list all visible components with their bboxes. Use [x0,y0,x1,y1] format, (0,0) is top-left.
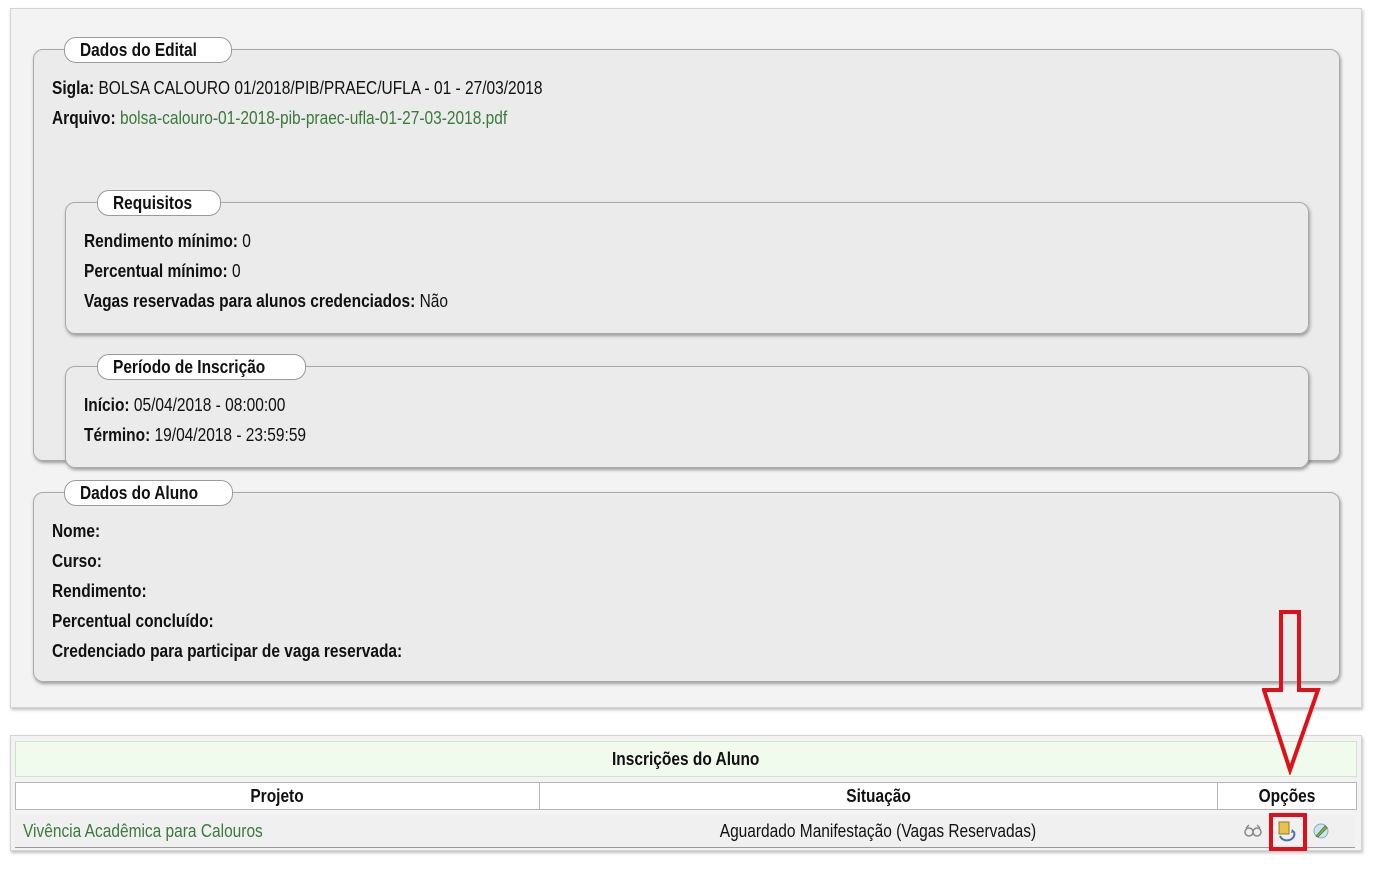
requisitos-fieldset: Requisitos Rendimento mínimo: 0 Percentu… [65,190,1309,334]
edital-panel: Dados do Edital Sigla: BOLSA CALOURO 01/… [10,8,1362,708]
dados-edital-fieldset: Dados do Edital Sigla: BOLSA CALOURO 01/… [33,37,1340,468]
header-projeto: Projeto [15,782,540,810]
inscricoes-title: Inscrições do Aluno [15,741,1357,777]
vagas-reservadas-line: Vagas reservadas para alunos credenciado… [84,291,448,311]
header-opcoes: Opções [1217,782,1357,810]
sigla-value: BOLSA CALOURO 01/2018/PIB/PRAEC/UFLA - 0… [98,78,543,98]
situacao-cell: Aguardado Manifestação (Vagas Reservadas… [719,821,1036,841]
dados-aluno-fieldset: Dados do Aluno Nome: Curso: Rendimento: … [33,480,1340,682]
arquivo-line: Arquivo: bolsa-calouro-01-2018-pib-praec… [52,108,508,128]
header-situacao: Situação [539,782,1218,810]
requisitos-legend: Requisitos [97,190,222,216]
nome-line: Nome: [52,521,101,541]
periodo-inscricao-fieldset: Período de Inscrição Início: 05/04/2018 … [65,354,1309,468]
periodo-legend: Período de Inscrição [97,354,307,380]
percentual-minimo-line: Percentual mínimo: 0 [84,261,241,281]
projeto-link[interactable]: Vivência Acadêmica para Calouros [23,821,302,841]
arrow-down-icon [1262,610,1321,775]
projeto-cell: Vivência Acadêmica para Calouros [23,815,302,847]
rendimento-minimo-line: Rendimento mínimo: 0 [84,231,251,251]
table-row: Vivência Acadêmica para Calouros Aguarda… [15,815,1355,848]
highlight-box [1269,813,1307,851]
curso-line: Curso: [52,551,102,571]
arquivo-link[interactable]: bolsa-calouro-01-2018-pib-praec-ufla-01-… [120,108,507,128]
sigla-line: Sigla: BOLSA CALOURO 01/2018/PIB/PRAEC/U… [52,78,543,98]
view-icon[interactable] [1241,815,1265,847]
termino-line: Término: 19/04/2018 - 23:59:59 [84,425,307,445]
page: { "edital": { "legend": "Dados do Edital… [0,0,1373,880]
inicio-line: Início: 05/04/2018 - 08:00:00 [84,395,286,415]
inscricoes-table: Inscrições do Aluno Projeto Situação Opç… [10,735,1362,851]
dados-aluno-legend: Dados do Aluno [64,480,234,506]
dados-edital-legend: Dados do Edital [64,37,233,63]
rendimento-line: Rendimento: [52,581,147,601]
credenciado-line: Credenciado para participar de vaga rese… [52,641,403,661]
percentual-line: Percentual concluído: [52,611,214,631]
edit-icon[interactable] [1309,815,1333,847]
